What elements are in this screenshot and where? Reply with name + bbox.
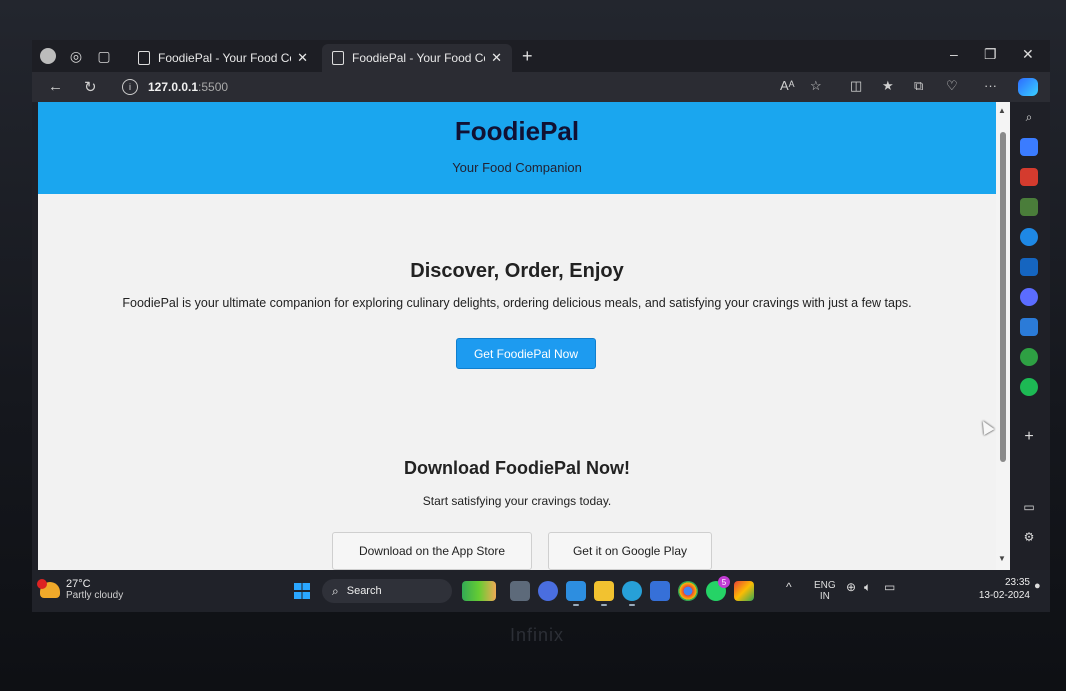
notification-badge: 5 [718, 576, 730, 588]
clock[interactable]: 23:35 13-02-2024 [979, 576, 1030, 602]
site-title: FoodiePal [454, 116, 580, 146]
site-info-icon[interactable]: i [122, 79, 138, 95]
tab-bar: ◎ ▢ FoodiePal - Your Food Companion ✕ Fo… [32, 40, 1050, 72]
scroll-up-icon[interactable]: ▲ [998, 106, 1006, 115]
weather-icon [37, 578, 60, 598]
address-bar-row: ← ↻ i 127.0.0.1 :5500 Aᴬ ☆ ◫ ★ ⧉ ♡ ··· [32, 72, 1050, 102]
task-view-icon[interactable] [510, 581, 530, 601]
download-text: Start satisfying your cravings today. [422, 494, 612, 508]
designer-icon[interactable] [1020, 288, 1038, 306]
tools-icon[interactable] [1020, 168, 1038, 186]
mouse-cursor-icon [977, 417, 995, 436]
search-icon: ⌕ [332, 583, 339, 598]
download-title: Download FoodiePal Now! [404, 458, 630, 478]
volume-icon[interactable]: 🔈︎ [864, 580, 871, 595]
weather-condition: Partly cloudy [66, 590, 124, 601]
site-tagline: Your Food Companion [452, 160, 582, 175]
tab-title: FoodiePal - Your Food Companion [158, 51, 291, 65]
screen: ◎ ▢ FoodiePal - Your Food Companion ✕ Fo… [32, 40, 1050, 612]
page-scrollbar[interactable]: ▲ ▼ [996, 102, 1010, 570]
google-play-button[interactable]: Get it on Google Play [548, 532, 712, 570]
show-hidden-icons-icon[interactable]: ^ [786, 580, 792, 594]
running-indicator [601, 604, 607, 606]
favorite-star-icon[interactable]: ☆ [810, 78, 822, 94]
taskbar-search[interactable]: ⌕ Search [322, 579, 452, 603]
teams-chat-icon[interactable] [538, 581, 558, 601]
chrome-icon[interactable] [678, 581, 698, 601]
spotify-icon[interactable] [1020, 378, 1038, 396]
language-code: ENG [814, 580, 836, 591]
tab-foodiepal-1[interactable]: FoodiePal - Your Food Companion ✕ [128, 44, 318, 72]
edge-sidebar: ⌕ + ▭ ⚙ [1010, 102, 1050, 570]
close-tab-icon[interactable]: ✕ [297, 50, 308, 66]
profile-icon[interactable] [38, 46, 58, 66]
weather-widget[interactable]: 27°C Partly cloudy [37, 578, 124, 601]
minimize-button[interactable]: – [950, 46, 958, 62]
tab-actions-icon[interactable]: ▢ [94, 46, 114, 66]
copilot-icon[interactable] [1018, 78, 1038, 96]
laptop-brand-logo: Infinix [510, 625, 565, 645]
close-tab-icon[interactable]: ✕ [491, 50, 502, 66]
store-icon[interactable] [650, 581, 670, 601]
whatsapp-icon[interactable]: 5 [706, 576, 730, 601]
photos-icon[interactable] [734, 581, 754, 601]
shopping-tag-icon[interactable] [1020, 138, 1038, 156]
url-host: 127.0.0.1 [148, 80, 199, 94]
more-menu-icon[interactable]: ··· [984, 78, 997, 93]
get-foodiepal-button[interactable]: Get FoodiePal Now [456, 338, 596, 369]
windows-start-icon[interactable] [294, 583, 310, 599]
language-region: IN [819, 591, 830, 602]
search-highlight-icon[interactable] [462, 581, 496, 601]
notification-bell-icon[interactable]: ● [1034, 580, 1041, 592]
app-store-button[interactable]: Download on the App Store [332, 532, 532, 570]
running-indicator [573, 604, 579, 606]
network-icon[interactable]: ⊕ [846, 580, 856, 594]
windows-taskbar: 27°C Partly cloudy ⌕ Search 5 ^ ENG IN ⊕… [32, 570, 1050, 612]
drop-icon[interactable] [1020, 318, 1038, 336]
outlook-icon[interactable] [1020, 258, 1038, 276]
back-icon[interactable]: ← [48, 78, 63, 95]
battery-icon[interactable]: ▭ [884, 580, 895, 594]
clock-time: 23:35 [1004, 577, 1030, 588]
browser-essentials-icon[interactable]: ♡ [946, 78, 958, 94]
weather-temp: 27°C [66, 578, 91, 590]
page-icon [138, 51, 150, 65]
collections-icon[interactable]: ⧉ [914, 78, 923, 94]
vscode-icon[interactable] [566, 581, 586, 606]
taskbar-search-label: Search [346, 585, 382, 597]
search-icon[interactable]: ⌕ [1020, 108, 1038, 126]
site-header: FoodiePal Your Food Companion [38, 102, 996, 194]
refresh-icon[interactable]: ↻ [84, 78, 97, 96]
hero-text: FoodiePal is your ultimate companion for… [122, 296, 912, 310]
hero-title: Discover, Order, Enjoy [410, 260, 624, 282]
address-bar[interactable]: i 127.0.0.1 :5500 [122, 77, 772, 97]
split-screen-icon[interactable]: ◫ [850, 78, 862, 94]
file-explorer-icon[interactable] [594, 581, 614, 606]
tree-icon[interactable] [1020, 348, 1038, 366]
url-port: :5500 [198, 80, 229, 94]
tab-foodiepal-2[interactable]: FoodiePal - Your Food Companion ✕ [322, 44, 512, 72]
new-tab-button[interactable]: + [522, 46, 533, 67]
edge-icon[interactable] [622, 581, 642, 606]
games-icon[interactable] [1020, 198, 1038, 216]
read-aloud-icon[interactable]: Aᴬ [780, 78, 795, 93]
tab-title: FoodiePal - Your Food Companion [352, 51, 485, 65]
hide-sidebar-icon[interactable]: ▭ [1020, 498, 1038, 516]
close-window-button[interactable]: ✕ [1022, 46, 1034, 63]
page-viewport: FoodiePal Your Food Companion Discover, … [38, 102, 996, 570]
scrollbar-thumb[interactable] [1000, 132, 1006, 462]
language-indicator[interactable]: ENG IN [814, 580, 836, 602]
microsoft-365-icon[interactable] [1020, 228, 1038, 246]
page-icon [332, 51, 344, 65]
workspaces-icon[interactable]: ◎ [66, 46, 86, 66]
favorites-icon[interactable]: ★ [882, 78, 894, 94]
restore-button[interactable]: ❐ [984, 46, 997, 63]
sidebar-settings-icon[interactable]: ⚙ [1020, 528, 1038, 546]
running-indicator [629, 604, 635, 606]
scroll-down-icon[interactable]: ▼ [998, 554, 1006, 563]
add-sidebar-app-icon[interactable]: + [1020, 428, 1038, 446]
clock-date: 13-02-2024 [978, 590, 1030, 601]
